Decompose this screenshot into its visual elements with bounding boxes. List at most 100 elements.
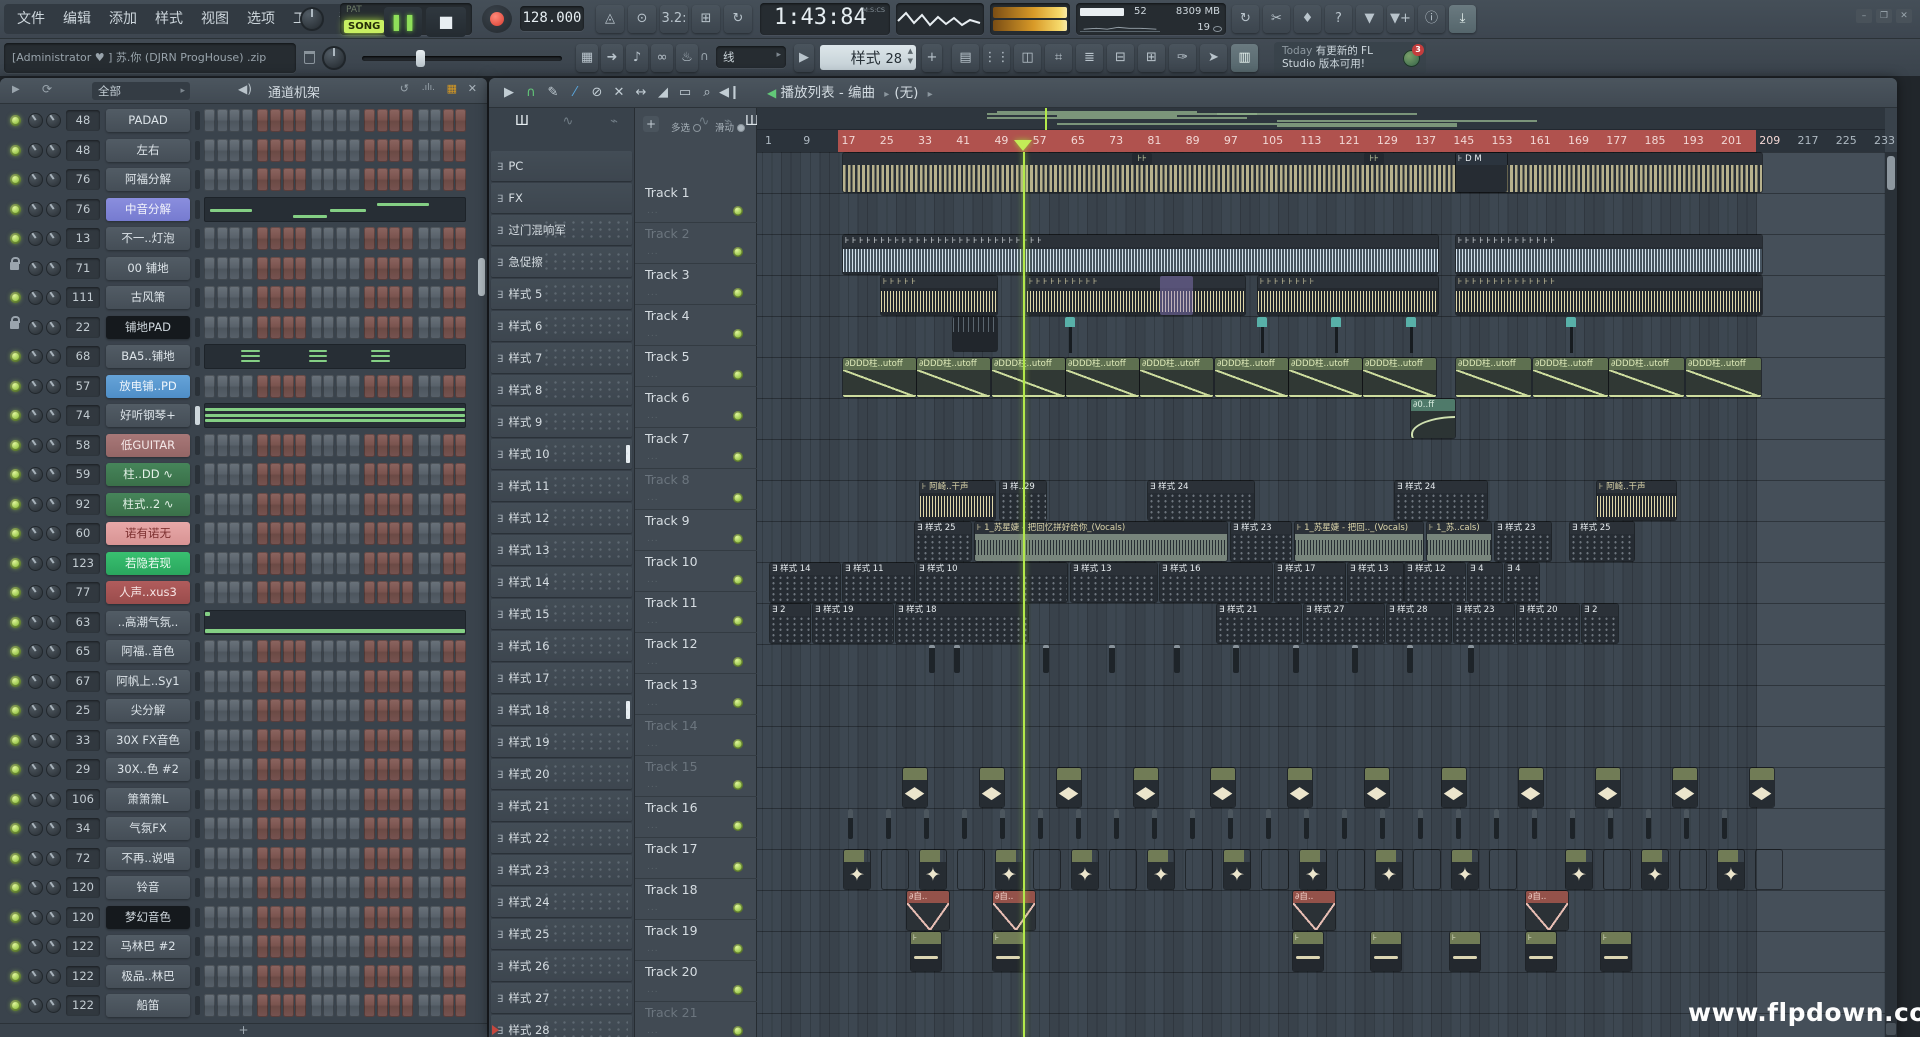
- step-cell[interactable]: [270, 493, 281, 516]
- step-cell[interactable]: [418, 965, 429, 988]
- step-cell[interactable]: [443, 434, 454, 457]
- step-cell[interactable]: [283, 817, 294, 840]
- step-cell[interactable]: [349, 847, 360, 870]
- pan-knob[interactable]: [28, 290, 43, 305]
- step-cell[interactable]: [323, 434, 334, 457]
- download-icon[interactable]: ⤓: [1449, 5, 1476, 33]
- channel-target-number[interactable]: 92: [66, 494, 100, 515]
- step-cell[interactable]: [402, 286, 413, 309]
- channel-target-number[interactable]: 48: [66, 110, 100, 131]
- step-cell[interactable]: [295, 316, 306, 339]
- clip[interactable]: ◆: [1057, 768, 1081, 807]
- step-cell[interactable]: [455, 699, 466, 722]
- step-cell[interactable]: [204, 817, 215, 840]
- clip[interactable]: ∃ 2: [1582, 604, 1618, 643]
- clip[interactable]: ∂DDD柱..utoff: [1215, 358, 1288, 397]
- step-cell[interactable]: [311, 286, 322, 309]
- step-cell[interactable]: [229, 729, 240, 752]
- step-cell[interactable]: [257, 463, 268, 486]
- step-cell[interactable]: [295, 552, 306, 575]
- step-cell[interactable]: [364, 168, 375, 191]
- step-cell[interactable]: [336, 906, 347, 929]
- pattern-item[interactable]: ∃样式 18: [491, 695, 632, 725]
- channel-mute-slot[interactable]: [195, 229, 200, 248]
- step-cell[interactable]: [204, 257, 215, 280]
- step-cell[interactable]: [217, 316, 228, 339]
- step-cell[interactable]: [242, 847, 253, 870]
- clip[interactable]: ✦: [1148, 850, 1174, 889]
- clip[interactable]: [1490, 850, 1516, 889]
- playlist-vertical-scrollbar[interactable]: [1885, 152, 1897, 1037]
- clip[interactable]: ∃ 样式 12: [1405, 563, 1465, 602]
- step-cell[interactable]: [257, 375, 268, 398]
- step-cell[interactable]: [430, 227, 441, 250]
- clip[interactable]: ∃ 样式 14: [770, 563, 840, 602]
- step-cell[interactable]: [389, 109, 400, 132]
- step-cell[interactable]: [430, 109, 441, 132]
- step-cell[interactable]: [229, 965, 240, 988]
- save-icon[interactable]: ▼: [1356, 5, 1383, 33]
- track-header[interactable]: Track 17...: [635, 838, 757, 879]
- channel-target-number[interactable]: 59: [66, 464, 100, 485]
- step-cell[interactable]: [364, 670, 375, 693]
- step-cell[interactable]: [323, 227, 334, 250]
- step-cell[interactable]: [204, 640, 215, 663]
- step-cell[interactable]: [217, 552, 228, 575]
- step-cell[interactable]: [364, 788, 375, 811]
- step-cell[interactable]: [349, 109, 360, 132]
- clip[interactable]: [1406, 317, 1416, 353]
- pattern-item[interactable]: ∃样式 27: [491, 983, 632, 1013]
- step-cell[interactable]: [430, 876, 441, 899]
- step-editor-icon[interactable]: ⋮⋮: [983, 44, 1010, 72]
- step-cell[interactable]: [283, 935, 294, 958]
- clip[interactable]: ∂自..: [907, 891, 949, 930]
- step-cell[interactable]: [217, 227, 228, 250]
- step-cell[interactable]: [323, 463, 334, 486]
- pattern-item[interactable]: ∃样式 11: [491, 471, 632, 501]
- clip[interactable]: ∃ 样式 28: [1387, 604, 1451, 643]
- step-cell[interactable]: [402, 876, 413, 899]
- step-cell[interactable]: [402, 817, 413, 840]
- step-cell[interactable]: [443, 906, 454, 929]
- volume-knob[interactable]: [46, 379, 61, 394]
- clip[interactable]: ∃ 样式 20: [1517, 604, 1579, 643]
- track-header[interactable]: Track 8...: [635, 469, 757, 510]
- step-cell[interactable]: [364, 581, 375, 604]
- step-cell[interactable]: [283, 552, 294, 575]
- channel-mute-slot[interactable]: [195, 554, 200, 573]
- step-cell[interactable]: [242, 139, 253, 162]
- channel-led[interactable]: [10, 971, 21, 982]
- step-cell[interactable]: [257, 935, 268, 958]
- step-cell[interactable]: [377, 493, 388, 516]
- track-header[interactable]: Track 10...: [635, 551, 757, 592]
- track-header[interactable]: Track 15...: [635, 756, 757, 797]
- step-cell[interactable]: [389, 257, 400, 280]
- channel-mute-slot[interactable]: [195, 967, 200, 986]
- clip[interactable]: [1065, 317, 1075, 353]
- step-cell[interactable]: [283, 699, 294, 722]
- pattern-item[interactable]: ∃样式 26: [491, 951, 632, 981]
- step-cell[interactable]: [418, 493, 429, 516]
- playback-icon[interactable]: ◀❙: [719, 83, 739, 103]
- track-header[interactable]: Track 19...: [635, 920, 757, 961]
- track-led[interactable]: [733, 821, 743, 831]
- clip[interactable]: [1190, 809, 1195, 839]
- volume-knob[interactable]: [46, 939, 61, 954]
- step-cell[interactable]: [377, 139, 388, 162]
- clip[interactable]: [1566, 317, 1576, 353]
- step-cell[interactable]: [336, 670, 347, 693]
- step-cell[interactable]: [402, 375, 413, 398]
- brush-icon[interactable]: ⁄: [565, 83, 585, 103]
- volume-knob[interactable]: [46, 674, 61, 689]
- step-cell[interactable]: [217, 965, 228, 988]
- step-cell[interactable]: [217, 699, 228, 722]
- step-cell[interactable]: [377, 847, 388, 870]
- step-cell[interactable]: [270, 286, 281, 309]
- step-cell[interactable]: [389, 847, 400, 870]
- pan-knob[interactable]: [28, 762, 43, 777]
- step-cell[interactable]: [430, 640, 441, 663]
- step-cell[interactable]: [323, 729, 334, 752]
- step-cell[interactable]: [443, 257, 454, 280]
- clip[interactable]: ⊦ ⊦ ⊦ ⊦ ⊦ ⊦ ⊦ ⊦ ⊦ ⊦ ⊦ ⊦ ⊦ ⊦: [1456, 235, 1762, 274]
- step-cell[interactable]: [430, 994, 441, 1017]
